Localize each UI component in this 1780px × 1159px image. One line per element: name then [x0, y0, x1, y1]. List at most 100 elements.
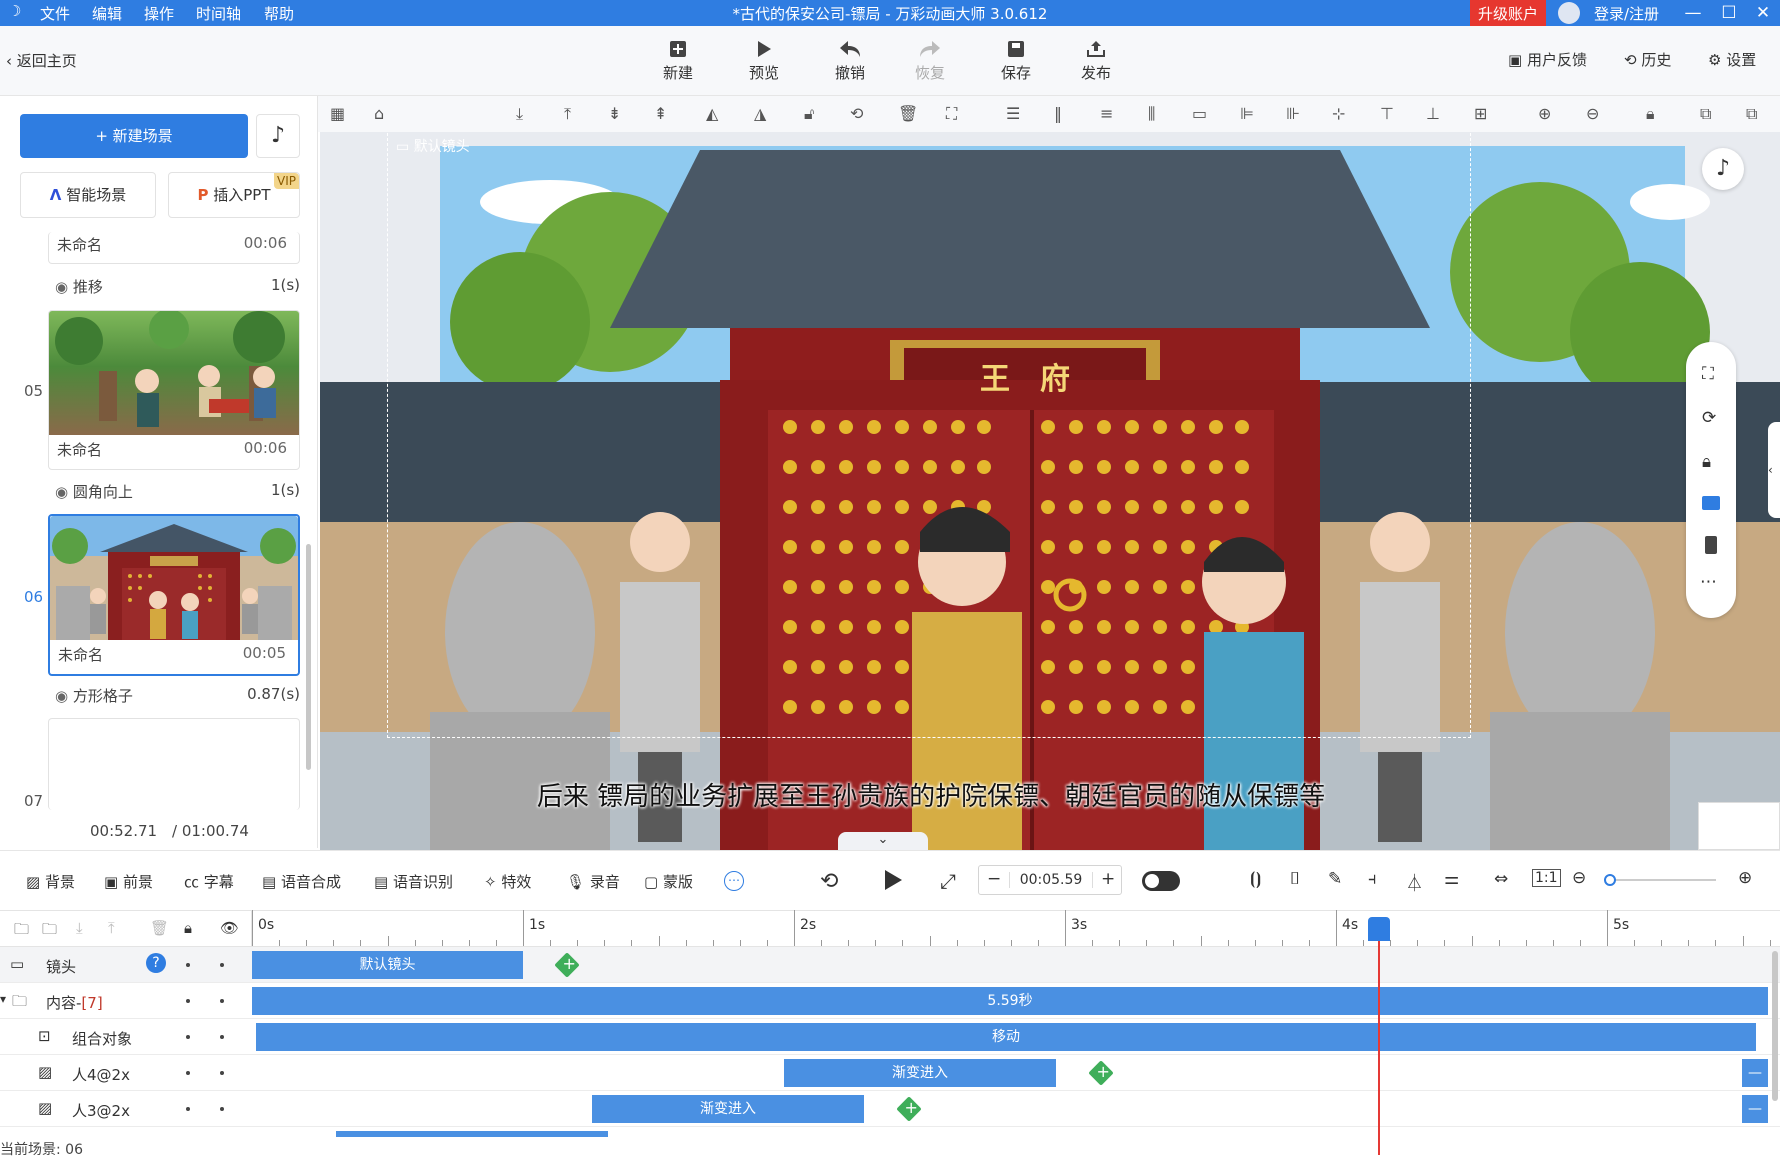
preview-button[interactable]: 预览: [734, 36, 794, 83]
align-bottom-icon[interactable]: ⤓: [516, 104, 538, 126]
move-bar[interactable]: 移动: [256, 1023, 1756, 1051]
rotate-icon[interactable]: ⟲: [850, 104, 872, 126]
tts-tool[interactable]: ▤ 语音合成: [262, 871, 341, 892]
stage-canvas[interactable]: ▭ 默认镜头 王 府 后来 镖局的业务扩展至王孙贵族的护院保镖、朝廷官员的随从保…: [320, 132, 1780, 850]
fullscreen-icon[interactable]: ⤢: [940, 869, 956, 893]
minimize-icon[interactable]: —: [1678, 1, 1708, 25]
ruler-icon[interactable]: ▦: [330, 104, 352, 126]
timeline-row-camera[interactable]: ▭ 镜头 ? 默认镜头: [0, 947, 1780, 983]
flip-v-icon[interactable]: ◮: [754, 104, 776, 126]
eye-icon[interactable]: 👁︎: [220, 919, 239, 937]
collapse-tab[interactable]: ⌄: [838, 832, 928, 850]
align-middle-icon[interactable]: ≡: [1100, 104, 1122, 126]
toggle-switch[interactable]: [1142, 871, 1180, 891]
more-icon[interactable]: ⋯: [1700, 572, 1717, 592]
fade-in-bar[interactable]: 渐变进入: [784, 1059, 1056, 1087]
fit-width-icon[interactable]: ⇔: [1494, 869, 1508, 889]
expand-arrow-icon[interactable]: ▾: [0, 992, 6, 1006]
insert-ppt-button[interactable]: P 插入PPT VIP: [168, 172, 300, 218]
settings-link[interactable]: ⚙ 设置: [1708, 49, 1756, 70]
up-layer-icon[interactable]: ⇞: [654, 104, 676, 126]
publish-button[interactable]: 发布: [1066, 36, 1126, 83]
timeline-row-person3[interactable]: ▨ 人3@2x 渐变进入 —: [0, 1091, 1780, 1127]
help-icon[interactable]: ?: [146, 953, 166, 973]
down-layer-icon[interactable]: ⇟: [608, 104, 630, 126]
login-link[interactable]: 登录/注册: [1594, 3, 1659, 24]
home-icon[interactable]: ⌂: [374, 104, 396, 126]
zoom-slider[interactable]: [1604, 874, 1716, 886]
camera-bar[interactable]: 默认镜头: [252, 951, 523, 979]
upgrade-button[interactable]: 升级账户: [1470, 0, 1547, 26]
fit-icon[interactable]: ⦗⦘: [1250, 869, 1261, 889]
add-keyframe-icon[interactable]: [896, 1096, 922, 1122]
copy-icon[interactable]: ⧉: [1700, 104, 1722, 126]
timeline-row-person4[interactable]: ▨ 人4@2x 渐变进入 —: [0, 1055, 1780, 1091]
undo-button[interactable]: 撤销: [820, 36, 880, 83]
background-tool[interactable]: ▨ 背景: [26, 871, 75, 892]
feedback-link[interactable]: ▣ 用户反馈: [1508, 49, 1587, 70]
more-tools-icon[interactable]: ⋯: [724, 871, 744, 891]
align-top-edge-icon[interactable]: ⊤: [1380, 104, 1402, 126]
flip-h-icon[interactable]: ◭: [706, 104, 728, 126]
zoom-out-icon[interactable]: ⊖: [1586, 104, 1608, 126]
timeline-row-content[interactable]: ▾ 🗀︎ 内容-[7] 5.59秒: [0, 983, 1780, 1019]
move-up-icon[interactable]: ⤒: [108, 919, 115, 937]
scene-card-04[interactable]: 未命名 00:06: [48, 232, 300, 264]
smart-scene-button[interactable]: Λ 智能场景: [20, 172, 156, 218]
subtitle-text[interactable]: 后来 镖局的业务扩展至王孙贵族的护院保镖、朝廷官员的随从保镖等: [320, 776, 1542, 813]
adjust-icon[interactable]: ⚌: [1444, 869, 1459, 889]
add-keyframe-icon[interactable]: [554, 952, 580, 978]
speech-recognition-tool[interactable]: ▤ 语音识别: [374, 871, 453, 892]
timeline-scrollbar[interactable]: [1772, 951, 1778, 1101]
redo-button[interactable]: 恢复: [900, 36, 960, 83]
scene-card-06[interactable]: 未命名 00:05: [48, 514, 300, 676]
history-link[interactable]: ⟲ 历史: [1624, 49, 1671, 70]
zoom-in-icon[interactable]: ⊕: [1738, 868, 1752, 888]
folder-icon[interactable]: 🗀︎: [14, 919, 29, 944]
align-center-icon[interactable]: ☰: [1006, 104, 1028, 126]
distribute-icon[interactable]: ‖: [1054, 104, 1076, 126]
zoom-out-icon[interactable]: ⊖: [1572, 868, 1586, 888]
align-left-icon[interactable]: ⊫: [1240, 104, 1262, 126]
zoom-in-icon[interactable]: ⊕: [1538, 104, 1560, 126]
content-bar[interactable]: 5.59秒: [252, 987, 1768, 1015]
fade-in-bar[interactable]: 渐变进入: [592, 1095, 864, 1123]
maximize-icon[interactable]: ☐: [1714, 1, 1744, 25]
music-button[interactable]: ♪: [256, 114, 300, 158]
edit-icon[interactable]: ✎: [1328, 869, 1342, 889]
timeline-ruler[interactable]: 0s 1s 2s 3s 4s 5s: [252, 910, 1780, 947]
distribute-v-icon[interactable]: ⫼: [1148, 104, 1170, 126]
fit-screen-icon[interactable]: ⛶: [1702, 364, 1714, 384]
align-top-icon[interactable]: ⤒: [564, 104, 586, 126]
new-folder-icon[interactable]: 🗀︎: [42, 919, 57, 944]
align-right-icon[interactable]: ⊪: [1286, 104, 1308, 126]
record-tool[interactable]: 🎙︎ 录音: [566, 871, 620, 892]
lock-icon[interactable]: 🔒︎: [1702, 452, 1711, 472]
center-icon[interactable]: ⊹: [1332, 104, 1354, 126]
split-icon[interactable]: ⫞: [1368, 869, 1377, 889]
align-width-icon[interactable]: ▭: [1192, 104, 1214, 126]
side-expand-tab[interactable]: ‹: [1768, 422, 1780, 518]
decrement-button[interactable]: −: [987, 869, 1001, 889]
new-button[interactable]: 新建: [648, 36, 708, 83]
lock-icon[interactable]: 🔒︎: [184, 919, 192, 937]
filter-icon[interactable]: ⏃: [1406, 869, 1423, 894]
trash-icon[interactable]: 🗑︎: [150, 919, 169, 937]
new-scene-button[interactable]: + 新建场景: [20, 114, 248, 158]
unlock-icon[interactable]: 🔓︎: [804, 104, 826, 126]
scene-transition[interactable]: ◉ 推移 1(s): [55, 276, 300, 300]
scene-transition[interactable]: ◉ 圆角向上 1(s): [55, 481, 300, 505]
effects-tool[interactable]: ✧ 特效: [484, 871, 531, 892]
camera-icon[interactable]: ⌷: [1290, 869, 1300, 889]
scene-card-07[interactable]: [48, 718, 300, 810]
rewind-icon[interactable]: ⟲: [820, 869, 838, 894]
exit-bar[interactable]: —: [1742, 1095, 1768, 1123]
save-button[interactable]: 保存: [986, 36, 1046, 83]
camera-frame[interactable]: [387, 132, 1471, 738]
scene-card-05[interactable]: 未命名 00:06: [48, 310, 300, 470]
rotate-icon[interactable]: ⟳: [1702, 408, 1716, 428]
minimap-thumbnail[interactable]: [1698, 802, 1780, 850]
timeline-row-group[interactable]: ⊡ 组合对象 移动: [0, 1019, 1780, 1055]
screen-landscape-icon[interactable]: [1702, 496, 1720, 510]
screen-portrait-icon[interactable]: [1705, 536, 1717, 554]
